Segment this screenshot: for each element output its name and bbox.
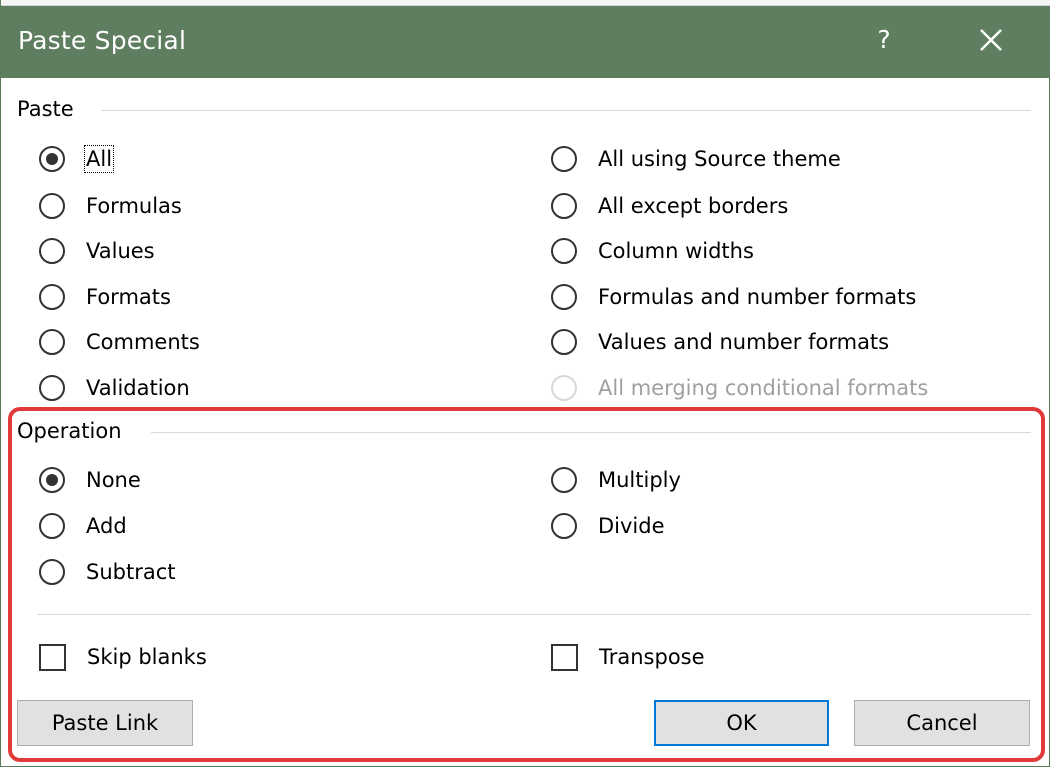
checkbox-transpose[interactable]: Transpose bbox=[551, 640, 705, 674]
operation-group-label: Operation bbox=[17, 419, 136, 443]
radio-button bbox=[39, 513, 65, 539]
cancel-button[interactable]: Cancel bbox=[854, 700, 1030, 746]
option-label: Formulas bbox=[86, 194, 182, 218]
radio-button bbox=[551, 467, 577, 493]
radio-operation-subtract[interactable]: Subtract bbox=[39, 555, 176, 589]
radio-button bbox=[551, 284, 577, 310]
radio-button bbox=[551, 329, 577, 355]
option-label: All merging conditional formats bbox=[598, 376, 929, 400]
ok-button[interactable]: OK bbox=[654, 700, 829, 746]
radio-button bbox=[551, 238, 577, 264]
radio-button bbox=[39, 238, 65, 264]
radio-paste-all[interactable]: All bbox=[39, 142, 115, 176]
checkbox-box bbox=[39, 643, 66, 671]
option-label: Values bbox=[86, 239, 155, 263]
options-separator bbox=[37, 614, 1031, 615]
radio-button-checked bbox=[39, 146, 65, 172]
title-bar[interactable]: Paste Special ? bbox=[1, 6, 1050, 78]
option-label: None bbox=[86, 468, 141, 492]
checkbox-skip-blanks[interactable]: Skip blanks bbox=[39, 640, 207, 674]
close-button[interactable] bbox=[965, 18, 1015, 62]
paste-link-button[interactable]: Paste Link bbox=[17, 700, 193, 746]
radio-button bbox=[551, 193, 577, 219]
option-label: Comments bbox=[86, 330, 200, 354]
radio-paste-values-number-formats[interactable]: Values and number formats bbox=[551, 325, 889, 359]
option-label: All bbox=[83, 145, 115, 173]
option-label: All except borders bbox=[598, 194, 789, 218]
radio-operation-add[interactable]: Add bbox=[39, 509, 127, 543]
radio-paste-formats[interactable]: Formats bbox=[39, 280, 171, 314]
option-label: Add bbox=[86, 514, 127, 538]
radio-button bbox=[39, 193, 65, 219]
operation-group-separator bbox=[151, 432, 1031, 433]
option-label: Column widths bbox=[598, 239, 754, 263]
option-label: All using Source theme bbox=[598, 147, 841, 171]
option-label: Skip blanks bbox=[87, 645, 207, 669]
radio-operation-divide[interactable]: Divide bbox=[551, 509, 665, 543]
checkbox-box bbox=[551, 643, 578, 671]
option-label: Transpose bbox=[599, 645, 705, 669]
radio-button-disabled bbox=[551, 375, 577, 401]
paste-group-separator bbox=[101, 110, 1031, 111]
radio-button bbox=[551, 146, 577, 172]
option-label: Multiply bbox=[598, 468, 681, 492]
close-icon bbox=[980, 29, 1002, 51]
radio-operation-none[interactable]: None bbox=[39, 463, 141, 497]
option-label: Divide bbox=[598, 514, 665, 538]
radio-button bbox=[39, 329, 65, 355]
radio-paste-all-merging-conditional-formats: All merging conditional formats bbox=[551, 371, 928, 405]
help-button[interactable]: ? bbox=[869, 20, 899, 60]
paste-special-dialog: Paste Special ? Paste All Formulas Value… bbox=[0, 0, 1050, 767]
option-label: Formulas and number formats bbox=[598, 285, 917, 309]
radio-paste-values[interactable]: Values bbox=[39, 234, 155, 268]
radio-button bbox=[39, 375, 65, 401]
radio-button bbox=[39, 284, 65, 310]
radio-button bbox=[39, 559, 65, 585]
radio-paste-all-except-borders[interactable]: All except borders bbox=[551, 189, 788, 223]
radio-paste-comments[interactable]: Comments bbox=[39, 325, 200, 359]
radio-button-checked bbox=[39, 467, 65, 493]
radio-operation-multiply[interactable]: Multiply bbox=[551, 463, 681, 497]
option-label: Values and number formats bbox=[598, 330, 890, 354]
radio-paste-formulas[interactable]: Formulas bbox=[39, 189, 182, 223]
option-label: Formats bbox=[86, 285, 171, 309]
radio-paste-formulas-number-formats[interactable]: Formulas and number formats bbox=[551, 280, 916, 314]
radio-paste-validation[interactable]: Validation bbox=[39, 371, 190, 405]
option-label: Subtract bbox=[86, 560, 176, 584]
dialog-title: Paste Special bbox=[18, 26, 187, 55]
radio-paste-column-widths[interactable]: Column widths bbox=[551, 234, 754, 268]
radio-paste-all-source-theme[interactable]: All using Source theme bbox=[551, 142, 841, 176]
radio-button bbox=[551, 513, 577, 539]
option-label: Validation bbox=[86, 376, 190, 400]
paste-group-label: Paste bbox=[17, 97, 88, 121]
